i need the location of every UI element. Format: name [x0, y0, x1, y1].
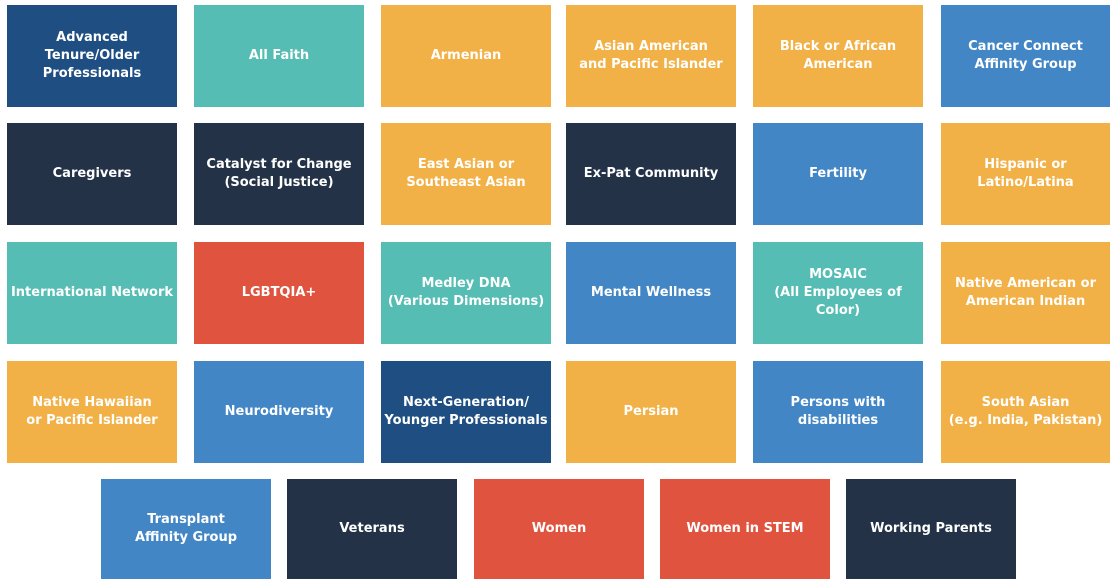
tile-international-network[interactable]: International Network	[7, 242, 177, 344]
tile-east-asian[interactable]: East Asian or Southeast Asian	[381, 123, 551, 225]
tile-advanced-tenure[interactable]: Advanced Tenure/Older Professionals	[7, 5, 177, 107]
tile-ex-pat-community[interactable]: Ex-Pat Community	[566, 123, 736, 225]
tile-armenian[interactable]: Armenian	[381, 5, 551, 107]
tile-south-asian[interactable]: South Asian (e.g. India, Pakistan)	[941, 361, 1110, 463]
tile-all-faith[interactable]: All Faith	[194, 5, 364, 107]
affinity-group-grid: Advanced Tenure/Older Professionals All …	[0, 0, 1110, 579]
tile-neurodiversity[interactable]: Neurodiversity	[194, 361, 364, 463]
tile-caregivers[interactable]: Caregivers	[7, 123, 177, 225]
tile-hispanic-latino[interactable]: Hispanic or Latino/Latina	[941, 123, 1110, 225]
tile-transplant[interactable]: Transplant Affinity Group	[101, 479, 271, 579]
tile-mental-wellness[interactable]: Mental Wellness	[566, 242, 736, 344]
tile-women[interactable]: Women	[474, 479, 644, 579]
tile-lgbtqia[interactable]: LGBTQIA+	[194, 242, 364, 344]
tile-persian[interactable]: Persian	[566, 361, 736, 463]
tile-black-african-american[interactable]: Black or African American	[753, 5, 923, 107]
tile-native-american[interactable]: Native American or American Indian	[941, 242, 1110, 344]
tile-medley-dna[interactable]: Medley DNA (Various Dimensions)	[381, 242, 551, 344]
tile-asian-american-pacific-islander[interactable]: Asian American and Pacific Islander	[566, 5, 736, 107]
tile-working-parents[interactable]: Working Parents	[846, 479, 1016, 579]
tile-mosaic[interactable]: MOSAIC (All Employees of Color)	[753, 242, 923, 344]
tile-fertility[interactable]: Fertility	[753, 123, 923, 225]
tile-cancer-connect[interactable]: Cancer Connect Affinity Group	[941, 5, 1110, 107]
tile-native-hawaiian[interactable]: Native Hawaiian or Pacific Islander	[7, 361, 177, 463]
tile-next-generation[interactable]: Next-Generation/ Younger Professionals	[381, 361, 551, 463]
tile-women-in-stem[interactable]: Women in STEM	[660, 479, 830, 579]
tile-veterans[interactable]: Veterans	[287, 479, 457, 579]
tile-persons-with-disabilities[interactable]: Persons with disabilities	[753, 361, 923, 463]
tile-catalyst-for-change[interactable]: Catalyst for Change (Social Justice)	[194, 123, 364, 225]
